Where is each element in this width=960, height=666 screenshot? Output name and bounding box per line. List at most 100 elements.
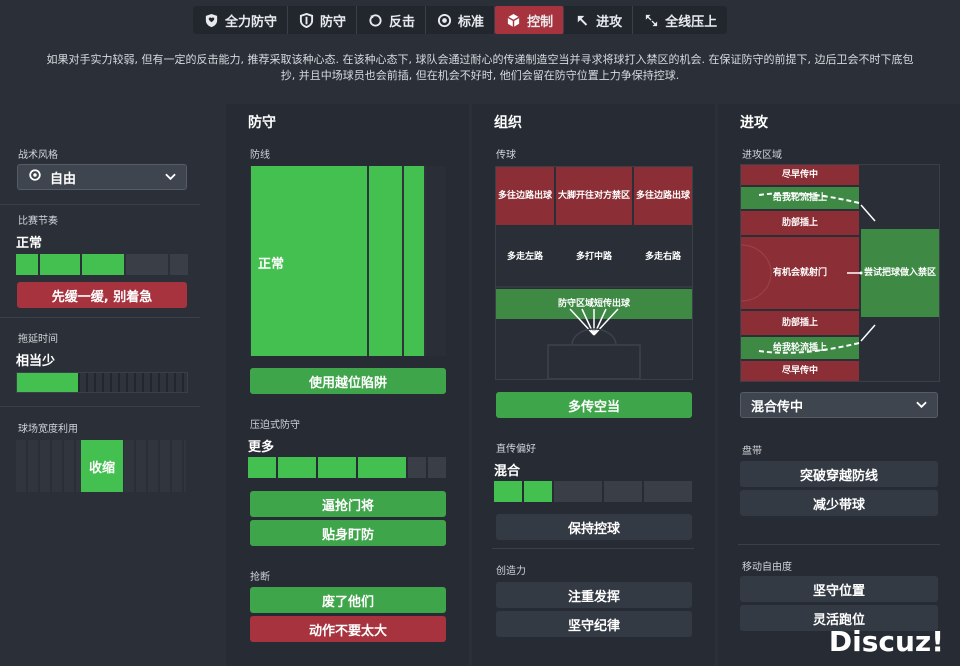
tempo-segment xyxy=(170,254,188,275)
tab-attacking[interactable]: 进攻 xyxy=(564,6,634,34)
tab-label: 防守 xyxy=(320,14,347,30)
tab-standard[interactable]: 标准 xyxy=(426,6,496,34)
attacking-pitch: 尽早传中 给我轮流插上 肋部插上 有机会就射门 肋部插上 给我轮流插上 尽早传中… xyxy=(740,164,940,382)
chevron-down-icon xyxy=(916,399,927,412)
tab-label: 全线压上 xyxy=(665,14,718,30)
directness-label: 直传偏好 xyxy=(496,444,536,455)
divider xyxy=(492,548,694,549)
press-segment xyxy=(318,457,356,478)
refresh-icon xyxy=(28,168,42,186)
press-segment xyxy=(358,457,406,478)
press-segment xyxy=(428,457,446,478)
dribbling-label: 盘带 xyxy=(742,446,762,457)
shield-heart-icon xyxy=(203,12,219,28)
mentality-description: 如果对手实力较弱, 但有一定的反击能力, 推荐采取该种心态. 在该种心态下, 球… xyxy=(0,52,960,84)
style-dropdown[interactable]: 自由 xyxy=(17,164,187,190)
freedom-label: 移动自由度 xyxy=(742,562,792,573)
tempo-label: 比赛节奏 xyxy=(18,216,58,227)
width-value: 收缩 xyxy=(88,460,115,476)
tab-very-attacking[interactable]: 全线压上 xyxy=(633,6,727,34)
crossing-dropdown[interactable]: 混合传中 xyxy=(740,392,938,418)
hold-position-button[interactable]: 坚守位置 xyxy=(740,576,938,602)
tempo-instruction-button[interactable]: 先缓一缓, 别着急 xyxy=(17,282,187,308)
tab-label: 标准 xyxy=(458,14,485,30)
style-label: 战术风格 xyxy=(18,150,58,161)
press-value: 更多 xyxy=(248,440,275,455)
defensive-line-pitch[interactable]: 正常 xyxy=(250,166,446,356)
cube-icon xyxy=(505,12,521,28)
pass-into-space-button[interactable]: 多传空当 xyxy=(496,392,692,418)
chevron-down-icon xyxy=(165,171,176,184)
style-value: 自由 xyxy=(50,171,77,187)
run-at-defence-button[interactable]: 突破穿越防线 xyxy=(740,461,938,487)
tab-control[interactable]: 控制 xyxy=(495,6,565,34)
attack-panel: 进攻 进攻区域 尽早传中 给我轮流插上 肋部插上 有机会就射门 肋部插上 给我轮… xyxy=(718,104,960,666)
directness-segment xyxy=(644,481,692,502)
defense-panel: 防守 防线 正常 使用越位陷阱 压迫式防守 更多 逼抢门将 贴身盯防 抢断 废了… xyxy=(226,104,469,666)
dribble-less-button[interactable]: 减少带球 xyxy=(740,490,938,516)
divider xyxy=(0,406,200,407)
defensive-line-value: 正常 xyxy=(258,257,285,272)
tab-label: 控制 xyxy=(527,14,554,30)
directness-value: 混合 xyxy=(494,464,521,479)
directness-segment xyxy=(524,481,552,502)
directness-segment xyxy=(554,481,602,502)
attacking-zone-label: 进攻区域 xyxy=(742,150,782,161)
timewasting-ticks xyxy=(80,373,187,392)
width-pitch[interactable]: 收缩 xyxy=(16,440,186,492)
passing-pitch: 多往边路出球 大脚开往对方禁区 多往边路出球 多走左路 多打中路 多走右路 防守… xyxy=(495,166,693,380)
target-icon xyxy=(436,12,452,28)
line-block xyxy=(426,166,446,356)
press-label: 压迫式防守 xyxy=(250,420,300,431)
creativity-label: 创造力 xyxy=(496,566,526,577)
directness-slider[interactable] xyxy=(494,481,694,502)
press-segment xyxy=(278,457,316,478)
offside-trap-button[interactable]: 使用越位陷阱 xyxy=(250,368,446,394)
tab-counter[interactable]: 反击 xyxy=(357,6,427,34)
tab-label: 进攻 xyxy=(596,14,623,30)
arrows-expand-icon xyxy=(643,12,659,28)
stay-on-feet-button[interactable]: 动作不要太大 xyxy=(250,616,446,642)
timewasting-value: 相当少 xyxy=(16,354,56,369)
tempo-segment xyxy=(126,254,168,275)
arrow-up-left-icon xyxy=(574,12,590,28)
tab-label: 反击 xyxy=(389,14,416,30)
passing-label: 传球 xyxy=(496,150,516,161)
tab-label: 全力防守 xyxy=(225,14,278,30)
width-label: 球场宽度利用 xyxy=(18,424,78,435)
timewasting-slider[interactable] xyxy=(16,372,188,393)
divider xyxy=(738,544,940,545)
timewasting-label: 拖延时间 xyxy=(18,334,58,345)
press-goalkeeper-button[interactable]: 逼抢门将 xyxy=(250,491,446,517)
timewasting-fill xyxy=(17,373,78,392)
tempo-segment xyxy=(82,254,124,275)
description-line: 抄, 并且中场球员也会前插, 但在机会不好时, 他们会留在防守位置上力争保持控球… xyxy=(280,69,680,82)
counter-arrow-icon xyxy=(367,12,383,28)
defensive-line-label: 防线 xyxy=(250,150,270,161)
divider xyxy=(0,317,200,318)
be-expressive-button[interactable]: 注重发挥 xyxy=(496,582,692,608)
tempo-slider[interactable] xyxy=(16,254,188,275)
defense-title: 防守 xyxy=(248,115,276,131)
tempo-segment xyxy=(16,254,38,275)
be-disciplined-button[interactable]: 坚守纪律 xyxy=(496,611,692,637)
description-line: 如果对手实力较弱, 但有一定的反击能力, 推荐采取该种心态. 在该种心态下, 球… xyxy=(46,53,914,66)
mentality-tabs: 全力防守 防守 反击 标准 控制 进攻 全线压上 xyxy=(193,6,728,34)
hard-tackle-button[interactable]: 废了他们 xyxy=(250,587,446,613)
press-slider[interactable] xyxy=(248,457,446,478)
attack-title: 进攻 xyxy=(740,115,768,131)
tackling-label: 抢断 xyxy=(250,572,270,583)
directness-segment xyxy=(604,481,642,502)
retain-possession-button[interactable]: 保持控球 xyxy=(496,514,692,540)
tight-marking-button[interactable]: 贴身盯防 xyxy=(250,520,446,546)
organisation-panel: 组织 传球 多往边路出球 大脚开往对方禁区 多往边路出球 多走左路 多打中路 多… xyxy=(472,104,715,666)
shield-icon xyxy=(298,12,314,28)
attack-arrows xyxy=(741,192,876,354)
tab-defensive[interactable]: 防守 xyxy=(288,6,358,34)
crossing-value: 混合传中 xyxy=(751,399,804,415)
tab-very-defensive[interactable]: 全力防守 xyxy=(193,6,289,34)
press-segment xyxy=(408,457,426,478)
directness-segment xyxy=(494,481,522,502)
line-block xyxy=(369,166,402,356)
divider xyxy=(0,204,200,205)
